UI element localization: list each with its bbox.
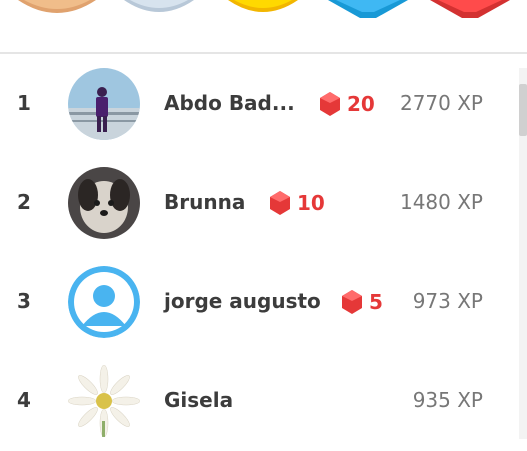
gem-icon	[320, 92, 340, 116]
user-name: jorge augusto	[164, 289, 321, 313]
gem-counter: 10	[269, 190, 325, 216]
league-badges	[0, 0, 527, 52]
bronze-league-icon	[18, 0, 96, 13]
leaderboard-row[interactable]: 2 Brunna 10 1480 XP	[0, 153, 515, 253]
gem-icon	[342, 290, 362, 314]
xp-value: 2770 XP	[399, 91, 483, 115]
leaderboard-list: 1 Abdo Bad... 20 2770 XP 2 Brunna 10 148…	[0, 54, 515, 439]
rank-number: 2	[17, 190, 31, 214]
avatar[interactable]	[68, 167, 140, 239]
gem-count: 5	[369, 290, 383, 314]
xp-value: 935 XP	[412, 388, 483, 412]
user-name: Abdo Bad...	[164, 91, 295, 115]
gem-icon	[270, 191, 290, 215]
scrollbar-thumb[interactable]	[519, 84, 527, 136]
gold-league-icon	[228, 0, 298, 12]
gem-counter: 5	[341, 289, 383, 315]
rank-number: 3	[17, 289, 31, 313]
rank-number: 1	[17, 91, 31, 115]
avatar[interactable]	[68, 68, 140, 140]
leaderboard-row[interactable]: 4 Gisela 935 XP	[0, 351, 515, 451]
gem-count: 10	[297, 191, 325, 215]
xp-value: 1480 XP	[399, 190, 483, 214]
avatar[interactable]	[68, 266, 140, 338]
gem-count: 20	[347, 92, 375, 116]
user-name: Gisela	[164, 388, 234, 412]
leaderboard-row[interactable]: 1 Abdo Bad... 20 2770 XP	[0, 54, 515, 154]
rank-number: 4	[17, 388, 31, 412]
gem-counter: 20	[319, 91, 375, 117]
silver-league-icon	[124, 0, 194, 12]
user-name: Brunna	[164, 190, 246, 214]
leaderboard-row[interactable]: 3 jorge augusto 5 973 XP	[0, 252, 515, 352]
avatar[interactable]	[68, 365, 140, 437]
xp-value: 973 XP	[412, 289, 483, 313]
ruby-league-icon	[430, 0, 510, 18]
sapphire-league-icon	[328, 0, 408, 18]
